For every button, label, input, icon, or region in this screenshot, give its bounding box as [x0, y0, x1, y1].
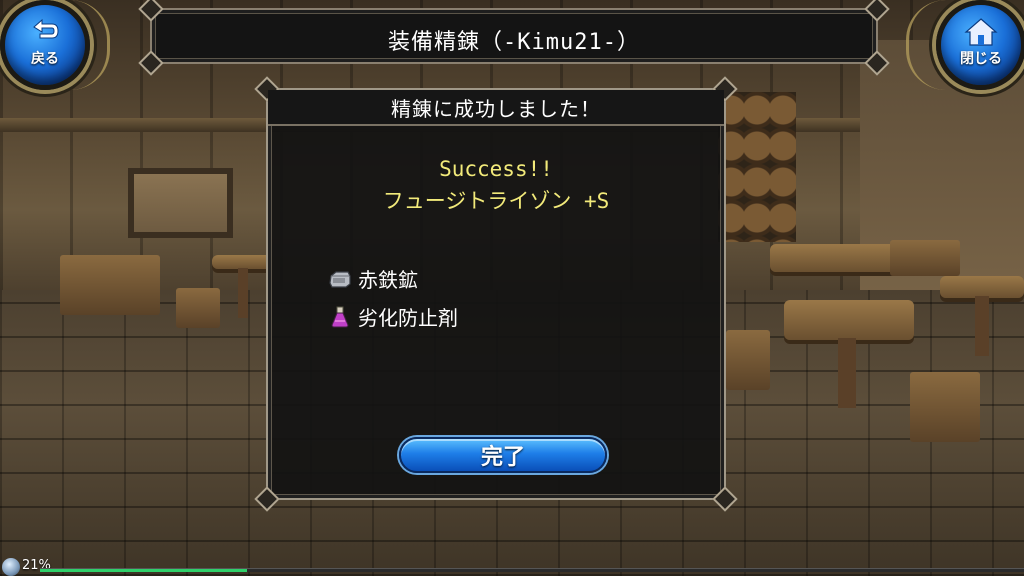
- table-leg: [238, 268, 248, 318]
- page-title: 装備精錬（-Kimu21-）: [388, 30, 640, 55]
- close-button-label: 閉じる: [960, 50, 1002, 67]
- refine-result-dialog: 精錬に成功しました！ Success!! フュージトライゾン +S 赤鉄鉱 劣化…: [254, 76, 738, 512]
- dialog-header: 精錬に成功しました！: [268, 90, 724, 126]
- exp-track: [40, 568, 1024, 572]
- table: [784, 300, 914, 340]
- exp-bar: 21%: [0, 556, 1024, 576]
- material-name: 劣化防止剤: [358, 306, 458, 330]
- back-button[interactable]: 戻る: [0, 0, 90, 90]
- chair: [176, 288, 220, 328]
- exp-fill: [40, 569, 247, 572]
- success-text: Success!!: [439, 157, 553, 181]
- wall-window: [128, 168, 233, 238]
- barrel-rack: [718, 92, 796, 242]
- potion-icon: [331, 306, 349, 327]
- table: [212, 255, 272, 269]
- back-arrow-icon: [33, 18, 59, 38]
- ore-icon: [329, 270, 351, 288]
- material-name: 赤鉄鉱: [358, 268, 418, 292]
- home-icon: [964, 17, 998, 46]
- chair: [726, 330, 770, 390]
- back-button-label: 戻る: [31, 50, 59, 67]
- table-leg: [838, 338, 856, 408]
- exp-orb-icon: [2, 558, 20, 576]
- chair: [890, 240, 960, 276]
- dialog-title: 精錬に成功しました！: [391, 96, 601, 121]
- material-item: 劣化防止剤: [328, 302, 458, 331]
- chair: [910, 372, 980, 442]
- table-leg: [975, 296, 989, 356]
- refined-item-name: フュージトライゾン +S: [382, 189, 610, 213]
- table: [940, 276, 1024, 298]
- chair: [60, 255, 160, 315]
- close-button[interactable]: 閉じる: [936, 0, 1024, 90]
- done-button[interactable]: 完了: [399, 437, 607, 473]
- material-item: 赤鉄鉱: [328, 264, 418, 293]
- header-bar: 装備精錬（-Kimu21-）: [138, 0, 890, 76]
